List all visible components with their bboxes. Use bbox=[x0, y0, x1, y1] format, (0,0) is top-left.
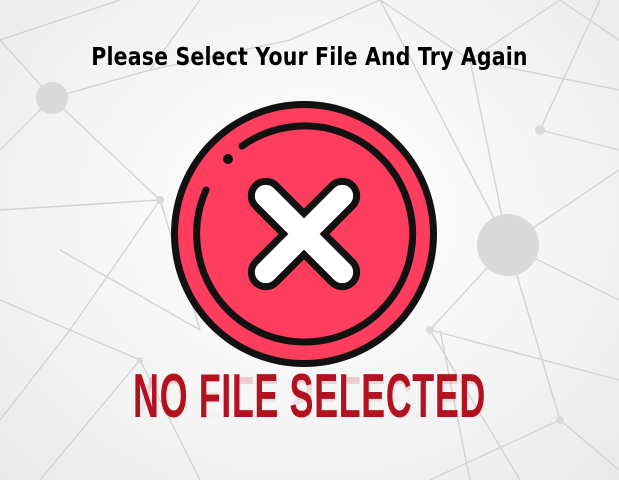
no-file-screen: Please Select Your File And Try Again NO… bbox=[0, 0, 619, 480]
icon-arc-dot bbox=[223, 154, 233, 164]
instruction-headline: Please Select Your File And Try Again bbox=[91, 42, 528, 71]
status-message-reflection: NO FILE SELECTED bbox=[133, 376, 486, 428]
network-node bbox=[477, 214, 539, 276]
close-circle-icon bbox=[171, 101, 437, 367]
network-node bbox=[36, 82, 68, 114]
